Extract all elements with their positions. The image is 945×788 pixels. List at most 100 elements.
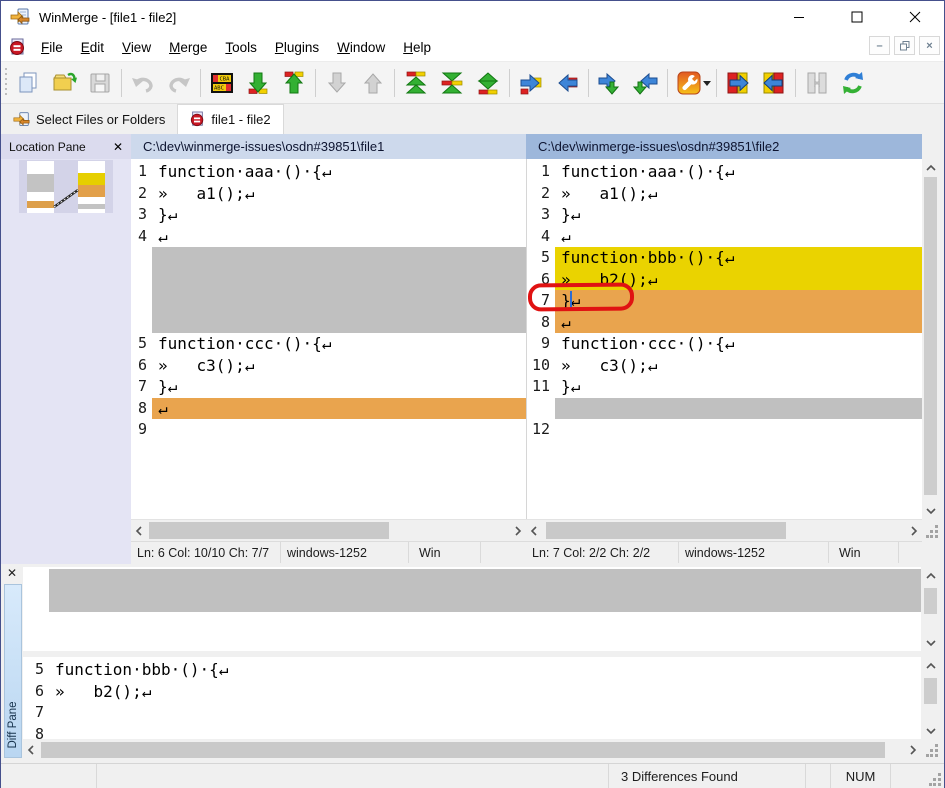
scroll-right-icon[interactable] [905, 739, 921, 761]
code-line[interactable]: 7 [23, 702, 921, 724]
code-line[interactable]: 8 ↵ [131, 398, 526, 420]
diff-pane-left-content[interactable] [23, 567, 921, 651]
options-button[interactable] [671, 65, 707, 101]
redo-button[interactable] [161, 65, 197, 101]
code-line[interactable]: 5 function·ccc·()·{↵ [131, 333, 526, 355]
maximize-button[interactable] [828, 1, 886, 33]
previous-conflict-button[interactable] [355, 65, 391, 101]
copy-all-left-button[interactable] [756, 65, 792, 101]
code-line[interactable]: 1 function·aaa·()·{↵ [131, 161, 526, 183]
scrollbar-thumb[interactable] [149, 522, 389, 539]
scrollbar-thumb[interactable] [924, 678, 937, 704]
scrollbar-thumb[interactable] [41, 742, 885, 758]
right-horizontal-scrollbar[interactable] [526, 519, 922, 541]
diff-bottom-vertical-scrollbar[interactable] [922, 657, 939, 739]
menu-item[interactable]: View [113, 36, 160, 59]
current-difference-button[interactable] [434, 65, 470, 101]
code-line[interactable] [527, 398, 922, 420]
scroll-left-icon[interactable] [526, 520, 542, 542]
mdi-close-button[interactable]: × [919, 36, 940, 55]
undo-button[interactable] [125, 65, 161, 101]
code-line[interactable] [23, 591, 921, 613]
mdi-restore-button[interactable] [894, 36, 915, 55]
menu-item[interactable]: Merge [160, 36, 216, 59]
code-line[interactable]: 2 » a1();↵ [131, 183, 526, 205]
right-editor-pane[interactable]: 1 function·aaa·()·{↵ 2 » a1();↵ 3 }↵ 4 ↵… [526, 159, 922, 519]
scrollbar-track[interactable] [147, 520, 510, 541]
code-line[interactable]: 7 }↵ [131, 376, 526, 398]
tab-file1-file2[interactable]: file1 - file2 [177, 104, 283, 134]
scrollbar-track[interactable] [922, 176, 939, 502]
code-line[interactable]: 5 function·bbb·()·{↵ [23, 659, 921, 681]
scroll-up-icon[interactable] [926, 657, 936, 674]
scroll-down-icon[interactable] [926, 502, 936, 519]
scrollbar-track[interactable] [922, 584, 939, 634]
diff-top-vertical-scrollbar[interactable] [922, 567, 939, 651]
scroll-down-icon[interactable] [926, 634, 936, 651]
code-line[interactable]: 9 function·ccc·()·{↵ [527, 333, 922, 355]
scroll-left-icon[interactable] [23, 739, 39, 761]
copy-all-right-button[interactable] [720, 65, 756, 101]
refresh-button[interactable] [835, 65, 871, 101]
resize-grip[interactable] [926, 744, 939, 757]
menu-item[interactable]: File [32, 36, 72, 59]
mdi-minimize-button[interactable]: – [869, 36, 890, 55]
scroll-right-icon[interactable] [906, 520, 922, 542]
scrollbar-thumb[interactable] [924, 588, 937, 614]
next-difference-button[interactable] [240, 65, 276, 101]
save-button[interactable] [82, 65, 118, 101]
resize-grip[interactable] [929, 773, 942, 786]
code-line[interactable] [131, 312, 526, 334]
scroll-up-icon[interactable] [926, 159, 936, 176]
code-line[interactable]: 3 }↵ [527, 204, 922, 226]
code-line[interactable]: 3 }↵ [131, 204, 526, 226]
previous-difference-button[interactable] [276, 65, 312, 101]
copy-right-button[interactable] [513, 65, 549, 101]
code-line[interactable]: 4 ↵ [131, 226, 526, 248]
close-button[interactable] [886, 1, 944, 33]
menu-item[interactable]: Help [394, 36, 440, 59]
new-file-button[interactable] [10, 65, 46, 101]
last-difference-button[interactable] [470, 65, 506, 101]
code-line[interactable] [131, 290, 526, 312]
code-line[interactable]: 8 [23, 724, 921, 740]
code-line[interactable] [131, 269, 526, 291]
code-line[interactable]: 10 » c3();↵ [527, 355, 922, 377]
code-line[interactable]: 4 ↵ [527, 226, 922, 248]
code-line[interactable] [131, 247, 526, 269]
diff-horizontal-scrollbar[interactable] [23, 741, 921, 759]
copy-right-and-advance-button[interactable] [592, 65, 628, 101]
right-file-header[interactable]: C:\dev\winmerge-issues\osdn#39851\file2 [526, 134, 922, 159]
diff-pane-caption[interactable]: Diff Pane [4, 584, 22, 758]
scrollbar-track[interactable] [39, 741, 905, 759]
left-file-header[interactable]: C:\dev\winmerge-issues\osdn#39851\file1 [131, 134, 526, 159]
code-line[interactable] [23, 569, 921, 591]
location-pane-close-icon[interactable]: ✕ [113, 140, 123, 154]
first-difference-button[interactable] [398, 65, 434, 101]
next-conflict-button[interactable] [319, 65, 355, 101]
code-line[interactable]: 1 function·aaa·()·{↵ [527, 161, 922, 183]
scrollbar-track[interactable] [542, 520, 906, 541]
diff-pane-right-content[interactable]: 5 function·bbb·()·{↵ 6 » b2();↵ 7 8 [23, 657, 921, 739]
code-line[interactable]: 5 function·bbb·()·{↵ [527, 247, 922, 269]
code-line[interactable]: 8 ↵ [527, 312, 922, 334]
scroll-right-icon[interactable] [510, 520, 526, 542]
options-dropdown-button[interactable] [703, 81, 711, 90]
location-minimap[interactable] [19, 160, 113, 213]
scrollbar-thumb[interactable] [546, 522, 786, 539]
scrollbar-track[interactable] [922, 674, 939, 722]
menu-item[interactable]: Window [328, 36, 394, 59]
menu-item[interactable]: Edit [72, 36, 113, 59]
menu-item[interactable]: Plugins [266, 36, 328, 59]
code-line[interactable]: 12 [527, 419, 922, 441]
resize-grip[interactable] [926, 525, 939, 538]
copy-left-and-advance-button[interactable] [628, 65, 664, 101]
scroll-down-icon[interactable] [926, 722, 936, 739]
menu-item[interactable]: Tools [216, 36, 266, 59]
left-horizontal-scrollbar[interactable] [131, 519, 526, 541]
diff-pane-close-icon[interactable]: ✕ [7, 566, 17, 580]
code-line[interactable]: 6 » c3();↵ [131, 355, 526, 377]
vertical-scrollbar[interactable] [922, 159, 939, 519]
scroll-left-icon[interactable] [131, 520, 147, 542]
code-line[interactable]: 9 [131, 419, 526, 441]
